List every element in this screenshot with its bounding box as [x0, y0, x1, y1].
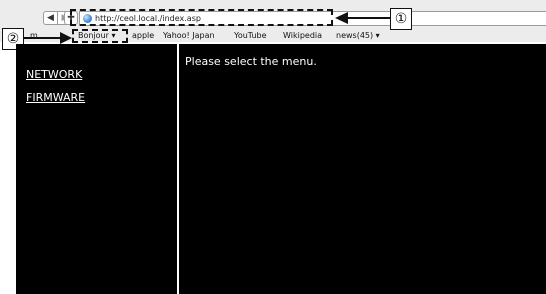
menu-frame: NETWORK FIRMWARE — [16, 44, 177, 294]
callout-arrow-1-head — [335, 12, 348, 24]
callout-arrow-2-head — [60, 32, 72, 44]
select-menu-message: Please select the menu. — [185, 55, 317, 68]
callout-number-1: ① — [390, 8, 412, 30]
firmware-link[interactable]: FIRMWARE — [26, 91, 85, 105]
content-frame: Please select the menu. — [179, 44, 546, 294]
network-link[interactable]: NETWORK — [26, 68, 82, 82]
